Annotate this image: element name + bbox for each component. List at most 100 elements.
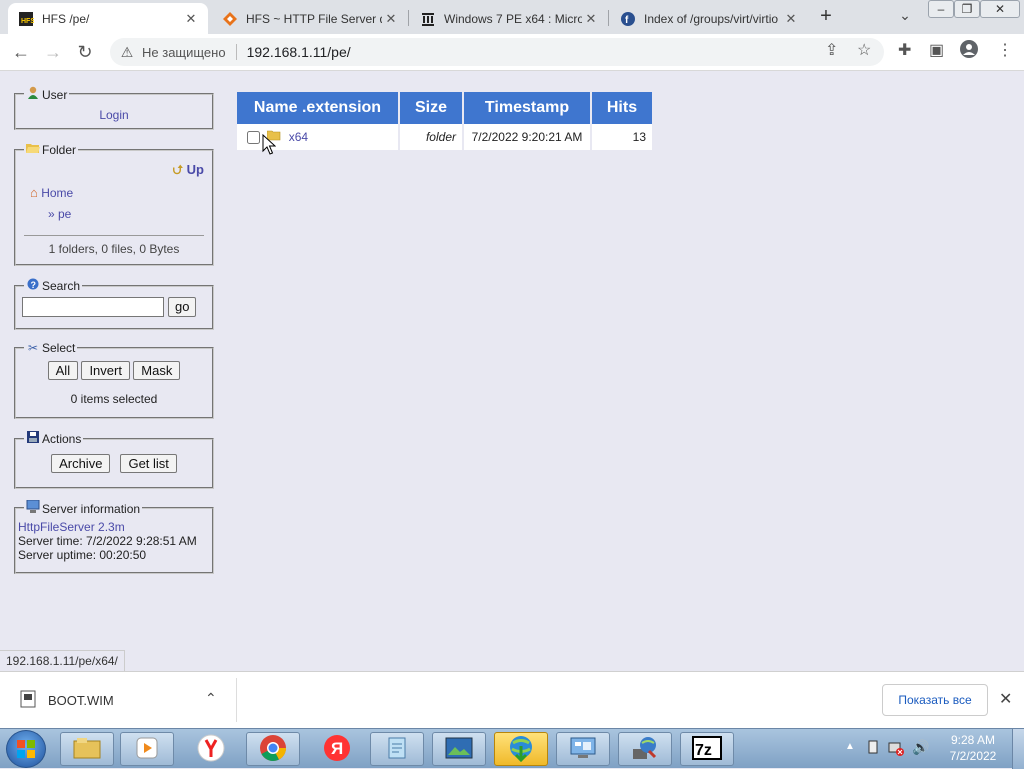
close-tab-icon[interactable]: ✕ xyxy=(382,10,400,28)
mask-button[interactable]: Mask xyxy=(133,361,181,380)
restore-button[interactable]: ❐ xyxy=(954,0,980,18)
home-link[interactable]: Home xyxy=(41,186,73,200)
close-tab-icon[interactable]: ✕ xyxy=(582,10,600,28)
file-icon xyxy=(20,690,36,711)
scissors-icon: ✂ xyxy=(27,341,39,355)
file-size: folder xyxy=(399,124,464,150)
menu-kebab-icon[interactable]: ⋮ xyxy=(997,40,1013,60)
back-button[interactable]: ← xyxy=(8,40,34,64)
server-computer-icon xyxy=(26,499,40,516)
file-name-link[interactable]: x64 xyxy=(289,130,308,144)
folder-explorer-icon xyxy=(73,737,101,762)
show-desktop-button[interactable] xyxy=(1012,729,1024,769)
url-text[interactable]: 192.168.1.11/pe/ xyxy=(247,44,351,60)
select-panel: ✂ Select All Invert Mask 0 items selected xyxy=(14,341,214,419)
tab-search-chevron-icon[interactable]: ⌄ xyxy=(895,7,915,27)
folder-up-icon: ⮍ xyxy=(172,162,184,177)
tab-fedora-index[interactable]: f Index of /groups/virt/virtio ✕ xyxy=(610,3,808,34)
address-bar[interactable]: ⚠ Не защищено 192.168.1.11/pe/ xyxy=(110,38,884,66)
taskbar-explorer[interactable] xyxy=(60,732,114,766)
control-panel-icon xyxy=(569,736,597,763)
7zip-icon: 7z xyxy=(692,735,722,763)
start-button[interactable] xyxy=(6,730,46,768)
new-tab-button[interactable]: + xyxy=(814,6,838,28)
close-tab-icon[interactable]: ✕ xyxy=(182,10,200,28)
go-button[interactable]: go xyxy=(168,297,197,317)
warning-icon[interactable]: ⚠ xyxy=(118,44,136,61)
download-manager-globe-icon xyxy=(507,734,535,765)
show-all-button[interactable]: Показать все xyxy=(882,684,988,716)
login-link[interactable]: Login xyxy=(99,108,128,122)
taskbar-download-manager[interactable] xyxy=(494,732,548,766)
taskbar-7zip[interactable]: 7z xyxy=(680,732,734,766)
col-size-header[interactable]: Size xyxy=(399,92,464,124)
breadcrumb-pe[interactable]: » pe xyxy=(48,207,204,221)
yandex-browser-icon xyxy=(197,734,225,765)
volume-icon[interactable]: 🔊 xyxy=(912,739,929,756)
close-shelf-icon[interactable]: ✕ xyxy=(999,689,1012,709)
col-name-header[interactable]: Name .extension xyxy=(237,92,400,124)
share-icon[interactable]: ⇪ xyxy=(825,40,838,60)
up-button[interactable]: ⮍ Up xyxy=(173,161,204,183)
windows-taskbar: Я 7z ▲ 🔊 9:28 AM 7/2/2022 xyxy=(0,728,1024,769)
tab-archive-org[interactable]: Windows 7 PE x64 : Micro ✕ xyxy=(410,3,608,34)
select-all-button[interactable]: All xyxy=(47,361,79,380)
taskbar-photo-viewer[interactable] xyxy=(432,732,486,766)
show-hidden-icons-chevron-icon[interactable]: ▲ xyxy=(845,741,855,752)
invert-button[interactable]: Invert xyxy=(81,361,130,380)
close-window-button[interactable]: ✕ xyxy=(980,0,1020,18)
col-timestamp-header[interactable]: Timestamp xyxy=(463,92,592,124)
bookmark-star-icon[interactable]: ☆ xyxy=(857,40,871,60)
tab-hfs-pe[interactable]: HFS HFS /pe/ ✕ xyxy=(8,3,208,34)
selection-status: 0 items selected xyxy=(70,392,158,406)
hfs-version-link[interactable]: HttpFileServer 2.3m xyxy=(18,520,125,534)
svg-text:HFS: HFS xyxy=(21,18,34,25)
taskbar-network-tool[interactable] xyxy=(618,732,672,766)
system-clock[interactable]: 9:28 AM 7/2/2022 xyxy=(936,732,1010,764)
get-list-button[interactable]: Get list xyxy=(120,454,177,473)
tab-hfs-download[interactable]: HFS ~ HTTP File Server do ✕ xyxy=(212,3,408,34)
reload-icon[interactable]: ↻ xyxy=(72,40,98,64)
user-icon xyxy=(26,86,40,102)
open-folder-icon xyxy=(26,142,40,157)
profile-avatar-icon[interactable] xyxy=(960,40,978,63)
forward-button[interactable]: → xyxy=(40,40,66,64)
taskbar-chrome[interactable] xyxy=(246,732,300,766)
photo-viewer-icon xyxy=(445,737,473,762)
download-shelf: BOOT.WIM ⌃ Показать все ✕ xyxy=(0,671,1024,728)
network-status-icon[interactable] xyxy=(888,740,904,759)
archive-button[interactable]: Archive xyxy=(51,454,111,473)
side-panel-icon[interactable]: ▣ xyxy=(929,40,944,60)
col-hits-header[interactable]: Hits xyxy=(591,92,654,124)
tab-strip: HFS HFS /pe/ ✕ HFS ~ HTTP File Server do… xyxy=(0,0,1024,34)
download-item[interactable]: BOOT.WIM xyxy=(20,690,114,711)
taskbar-yandex[interactable] xyxy=(184,732,238,766)
server-time: Server time: 7/2/2022 9:28:51 AM xyxy=(18,534,197,548)
file-hits: 13 xyxy=(591,124,654,150)
taskbar-control-panel[interactable] xyxy=(556,732,610,766)
search-input[interactable] xyxy=(22,297,164,317)
extensions-puzzle-icon[interactable]: ✚ xyxy=(898,40,911,60)
svg-text:7z: 7z xyxy=(695,742,712,759)
taskbar-yandex-search[interactable]: Я xyxy=(310,732,364,766)
download-options-chevron-icon[interactable]: ⌃ xyxy=(205,690,217,707)
hfs-icon: HFS xyxy=(18,11,34,27)
row-checkbox[interactable] xyxy=(247,131,260,145)
table-row[interactable]: x64 folder 7/2/2022 9:20:21 AM 13 xyxy=(237,124,654,150)
minimize-button[interactable]: – xyxy=(928,0,954,18)
device-tray-icon[interactable] xyxy=(866,740,880,759)
windows-logo-icon xyxy=(17,740,35,758)
help-icon: ? xyxy=(26,278,40,293)
taskbar-media-player[interactable] xyxy=(120,732,174,766)
mouse-cursor-icon xyxy=(262,134,276,155)
archive-org-icon xyxy=(420,11,436,27)
chrome-icon xyxy=(259,734,287,765)
folder-summary: 1 folders, 0 files, 0 Bytes xyxy=(24,235,204,256)
taskbar-notepad[interactable] xyxy=(370,732,424,766)
not-secure-label[interactable]: Не защищено xyxy=(142,45,226,60)
close-tab-icon[interactable]: ✕ xyxy=(782,10,800,28)
download-filename[interactable]: BOOT.WIM xyxy=(48,693,114,708)
hfs-diamond-icon xyxy=(222,11,238,27)
folder-panel: Folder ⮍ Up ⌂ Home » pe 1 folders, 0 fil… xyxy=(14,142,214,266)
status-url-bubble: 192.168.1.11/pe/x64/ xyxy=(0,650,125,671)
